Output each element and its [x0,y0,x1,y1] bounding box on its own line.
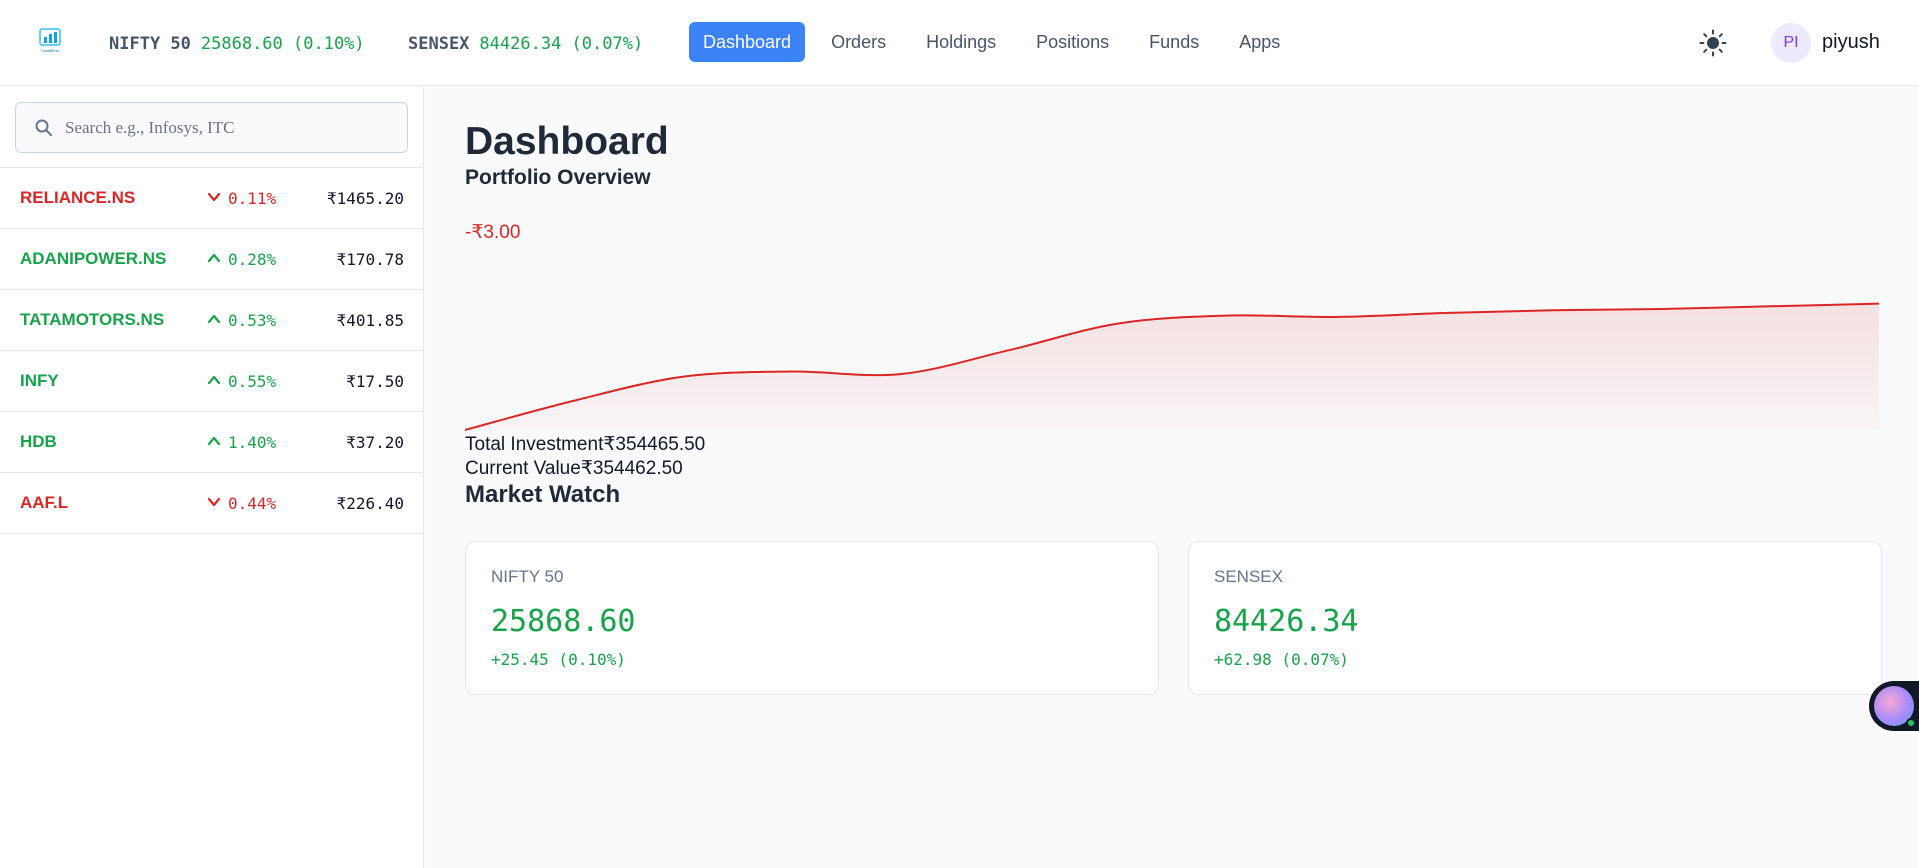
watchlist-change: 0.53% [228,311,277,330]
current-value-label: Current Value [465,458,581,479]
chevron-up-icon [207,375,221,385]
page-title: Dashboard [465,120,669,163]
watchlist-change: 0.11% [228,189,277,208]
card-name: NIFTY 50 [491,567,564,586]
watchlist-symbol: ADANIPOWER.NS [20,249,167,268]
sun-icon [1699,29,1727,57]
watchlist-symbol: HDB [20,432,57,451]
watchlist-row[interactable]: TATAMOTORS.NS 0.53% ₹401.85 [0,290,424,351]
nav-funds[interactable]: Funds [1135,22,1213,62]
watchlist-row[interactable]: INFY 0.55% ₹17.50 [0,351,424,412]
watchlist-row[interactable]: HDB 1.40% ₹37.20 [0,412,424,473]
watchlist-price: ₹1465.20 [326,189,404,208]
watchlist-symbol: INFY [20,371,59,390]
watchlist-change: 1.40% [228,433,277,452]
card-value: 84426.34 [1214,604,1359,639]
ticker-value: 84426.34 (0.07%) [479,34,644,54]
nav-positions[interactable]: Positions [1022,22,1123,62]
total-investment-value: ₹354465.50 [603,434,706,455]
watchlist-row[interactable]: ADANIPOWER.NS 0.28% ₹170.78 [0,229,424,290]
page-subtitle: Portfolio Overview [465,166,651,189]
watchlist-sidebar: RELIANCE.NS 0.11% ₹1465.20 ADANIPOWER.NS 0.2… [0,87,424,868]
online-status-icon [1906,718,1916,728]
watchlist-row[interactable]: AAF.L 0.44% ₹226.40 [0,473,424,534]
chevron-down-icon [207,192,221,202]
search-icon [35,119,52,136]
watchlist-row[interactable]: RELIANCE.NS 0.11% ₹1465.20 [0,168,424,229]
watchlist-change: 0.28% [228,250,277,269]
watchlist-symbol: TATAMOTORS.NS [20,310,165,329]
current-value: Current Value₹354462.50 [465,457,683,480]
search-box [15,102,408,153]
avatar[interactable]: PI [1771,23,1811,63]
card-name: SENSEX [1214,567,1283,586]
watchlist: RELIANCE.NS 0.11% ₹1465.20 ADANIPOWER.NS 0.2… [0,168,424,534]
theme-toggle-button[interactable] [1698,28,1728,58]
ticker-sensex: SENSEX 84426.34 (0.07%) [408,34,643,54]
watchlist-change: 0.55% [228,372,277,391]
chevron-down-icon [207,497,221,507]
assistant-button[interactable] [1869,681,1919,731]
card-change: +62.98 (0.07%) [1214,650,1349,669]
main-content: Dashboard Portfolio Overview -₹3.00 Tota… [425,87,1919,868]
watchlist-price: ₹170.78 [336,250,404,269]
username[interactable]: piyush [1822,31,1880,54]
current-value-value: ₹354462.50 [580,458,683,479]
chevron-up-icon [207,314,221,324]
logo-text: TradeZero [41,48,60,53]
watchlist-price: ₹401.85 [336,311,404,330]
card-value: 25868.60 [491,604,636,639]
ticker-nifty: NIFTY 50 25868.60 (0.10%) [109,34,365,54]
chart-area [465,303,1879,430]
nav-holdings[interactable]: Holdings [912,22,1010,62]
card-change: +25.45 (0.10%) [491,650,626,669]
ticker-name: NIFTY 50 [109,34,191,54]
search-input[interactable] [65,103,395,152]
watchlist-change: 0.44% [228,494,277,513]
top-header: TradeZero NIFTY 50 25868.60 (0.10%) SENS… [0,0,1919,86]
watchlist-price: ₹37.20 [346,433,404,452]
chevron-up-icon [207,436,221,446]
watchlist-symbol: RELIANCE.NS [20,188,136,207]
total-investment: Total Investment₹354465.50 [465,433,705,456]
portfolio-chart[interactable] [465,252,1879,432]
app-logo-icon[interactable]: TradeZero [34,27,66,53]
main-nav: Dashboard Orders Holdings Positions Fund… [689,22,1306,62]
watchlist-symbol: AAF.L [20,493,69,512]
nav-dashboard[interactable]: Dashboard [689,22,806,62]
total-investment-label: Total Investment [465,434,604,455]
pnl-value: -₹3.00 [465,222,521,243]
nav-apps[interactable]: Apps [1225,22,1294,62]
market-card-sensex[interactable]: SENSEX 84426.34 +62.98 (0.07%) [1188,541,1882,695]
chevron-up-icon [207,253,221,263]
ticker-name: SENSEX [408,34,470,54]
market-card-nifty[interactable]: NIFTY 50 25868.60 +25.45 (0.10%) [465,541,1159,695]
watchlist-price: ₹226.40 [336,494,404,513]
nav-orders[interactable]: Orders [817,22,900,62]
market-watch-title: Market Watch [465,481,621,508]
watchlist-price: ₹17.50 [346,372,404,391]
ticker-value: 25868.60 (0.10%) [200,34,365,54]
